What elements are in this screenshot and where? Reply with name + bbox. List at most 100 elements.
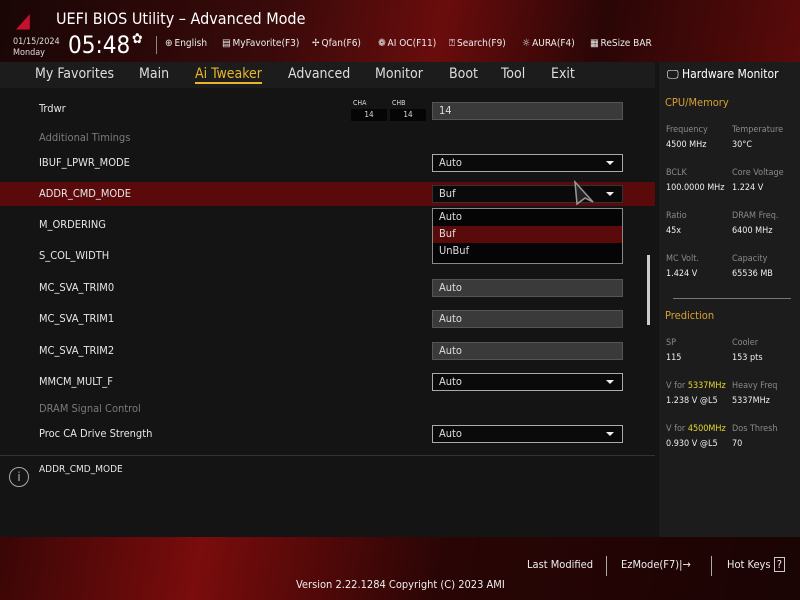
proc-ca-select[interactable]: Auto [432, 425, 623, 443]
day: Monday [13, 48, 45, 58]
section-dram-signal-control: DRAM Signal Control [39, 402, 141, 415]
mmcm-select[interactable]: Auto [432, 373, 623, 391]
option-unbuf[interactable]: UnBuf [433, 243, 622, 260]
tab-exit[interactable]: Exit [551, 66, 575, 82]
setting-addr-cmd-mode[interactable]: ADDR_CMD_MODE Buf [0, 182, 655, 206]
section-additional-timings: Additional Timings [39, 131, 131, 144]
date: 01/15/2024 [13, 37, 60, 47]
setting-s-col-width[interactable]: S_COL_WIDTH [39, 249, 109, 262]
info-icon: i [9, 467, 29, 487]
qfan-button[interactable]: ✢ Qfan(F6) [312, 38, 361, 49]
rog-logo-icon: ◢ [16, 8, 30, 32]
label: SP [666, 338, 677, 348]
setting-label: MC_SVA_TRIM0 [39, 281, 115, 294]
label: V for [666, 424, 688, 434]
tab-monitor[interactable]: Monitor [375, 66, 423, 82]
mouse-cursor-icon [574, 180, 594, 206]
help-icon: ? [773, 557, 785, 572]
label: Heavy Freq [732, 381, 778, 391]
label: ReSize BAR [600, 38, 652, 49]
value: 45x [666, 226, 682, 236]
value: 1.424 V [666, 269, 698, 279]
trdwr-input[interactable]: 14 [432, 102, 623, 120]
chevron-down-icon [606, 432, 614, 436]
setting-mc-sva-trim0[interactable]: MC_SVA_TRIM0 Auto [0, 277, 655, 301]
value: 30°C [732, 140, 753, 150]
label: Search(F9) [457, 38, 506, 49]
hot-keys-button[interactable]: Hot Keys ? [727, 557, 785, 572]
label: MC Volt. [666, 254, 699, 264]
ibuf-select[interactable]: Auto [432, 154, 623, 172]
chb-label: CHB [392, 99, 406, 107]
trim0-input[interactable]: Auto [432, 279, 623, 297]
label: Temperature [732, 125, 784, 135]
scrollbar[interactable] [647, 255, 650, 325]
ai-oc-button[interactable]: ❁ AI OC(F11) [378, 38, 436, 49]
divider [606, 556, 607, 576]
setting-mc-sva-trim1[interactable]: MC_SVA_TRIM1 Auto [0, 308, 655, 332]
tab-tool[interactable]: Tool [501, 66, 525, 82]
resize-bar-button[interactable]: ▦ ReSize BAR [590, 38, 652, 49]
label: AI OC(F11) [387, 38, 437, 49]
label: English [174, 38, 208, 49]
gear-icon[interactable]: ✿ [132, 31, 143, 47]
option-auto[interactable]: Auto [433, 209, 622, 226]
tab-advanced[interactable]: Advanced [288, 66, 350, 82]
trim1-input[interactable]: Auto [432, 310, 623, 328]
label-v-for-2: V for 4500MHz [666, 424, 726, 434]
date-display: 01/15/2024 Monday [13, 37, 60, 59]
monitor-icon: 🖵 [667, 67, 679, 81]
divider [673, 298, 791, 299]
setting-ibuf-lpwr-mode[interactable]: IBUF_LPWR_MODE Auto [0, 152, 655, 176]
label: Qfan(F6) [321, 38, 361, 49]
cha-value: 14 [351, 109, 387, 121]
ezmode-button[interactable]: EzMode(F7)|→ [621, 558, 691, 571]
value: 115 [666, 353, 682, 363]
label: Frequency [666, 125, 708, 135]
select-value: Auto [439, 375, 462, 388]
tab-main[interactable]: Main [139, 66, 169, 82]
divider [711, 556, 712, 576]
search-icon: ⍰ [449, 38, 455, 49]
setting-proc-ca-drive-strength[interactable]: Proc CA Drive Strength Auto [0, 423, 655, 447]
label: BCLK [666, 168, 687, 178]
option-buf[interactable]: Buf [433, 226, 622, 243]
setting-label: MC_SVA_TRIM2 [39, 344, 115, 357]
setting-label: MC_SVA_TRIM1 [39, 312, 115, 325]
setting-m-ordering[interactable]: M_ORDERING [39, 218, 106, 231]
label-v-for-1: V for 5337MHz [666, 381, 726, 391]
cha-label: CHA [353, 99, 367, 107]
setting-mmcm-mult-f[interactable]: MMCM_MULT_F Auto [0, 371, 655, 395]
addr-cmd-dropdown-list: Auto Buf UnBuf [432, 208, 623, 264]
setting-trdwr[interactable]: Trdwr CHA 14 CHB 14 14 [0, 98, 655, 122]
title: Hardware Monitor [682, 67, 779, 81]
tab-ai-tweaker[interactable]: Ai Tweaker [195, 66, 262, 84]
value: 153 pts [732, 353, 763, 363]
section-prediction: Prediction [665, 309, 715, 322]
ai-oc-icon: ❁ [378, 38, 386, 49]
tab-my-favorites[interactable]: My Favorites [35, 66, 114, 82]
trim2-input[interactable]: Auto [432, 342, 623, 360]
label: AURA(F4) [532, 38, 575, 49]
search-button[interactable]: ⍰ Search(F9) [449, 38, 506, 49]
setting-mc-sva-trim2[interactable]: MC_SVA_TRIM2 Auto [0, 340, 655, 364]
tab-boot[interactable]: Boot [449, 66, 478, 82]
favorite-icon: ▤ [222, 38, 231, 49]
freq: 4500MHz [687, 424, 726, 434]
select-value: Auto [439, 427, 462, 440]
aura-button[interactable]: ☼ AURA(F4) [522, 38, 575, 49]
settings-panel: Trdwr CHA 14 CHB 14 14 Additional Timing… [0, 90, 655, 452]
setting-label: Trdwr [39, 102, 66, 115]
label: Core Voltage [732, 168, 784, 178]
myfavorite-button[interactable]: ▤ MyFavorite(F3) [222, 38, 299, 49]
value: 4500 MHz [666, 140, 707, 150]
setting-label: IBUF_LPWR_MODE [39, 156, 130, 169]
section-cpu-memory: CPU/Memory [665, 96, 729, 109]
label: Dos Thresh [732, 424, 778, 434]
language-button[interactable]: ⊕ English [165, 38, 207, 49]
last-modified-button[interactable]: Last Modified [527, 558, 593, 571]
label: Ratio [666, 211, 687, 221]
select-value: Buf [439, 187, 456, 200]
label: Capacity [732, 254, 768, 264]
value: 1.238 V @L5 [666, 396, 718, 406]
